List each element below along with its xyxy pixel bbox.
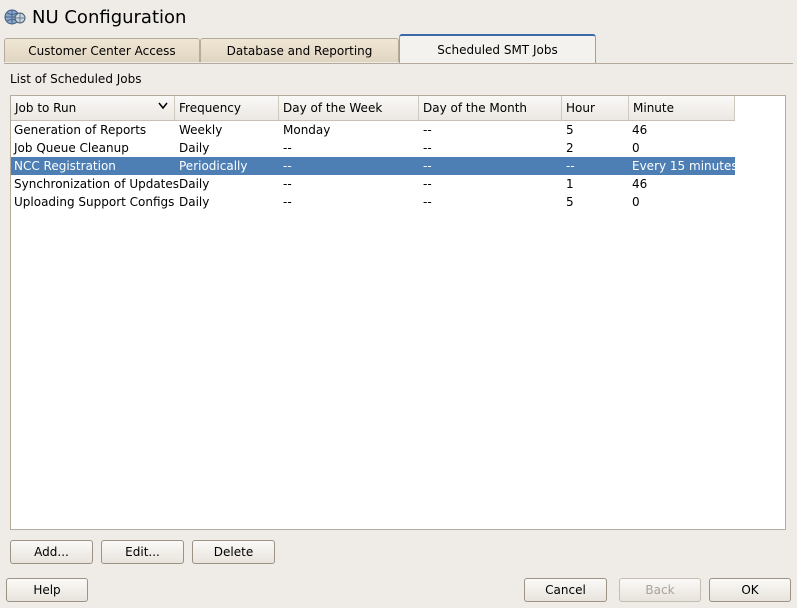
- title-bar: NU Configuration: [4, 4, 186, 30]
- frequency-cell: Periodically: [179, 159, 248, 173]
- hour-cell: 5: [566, 123, 574, 137]
- day-of-week-cell: --: [283, 195, 292, 209]
- day-of-month-cell: --: [423, 159, 432, 173]
- window-title: NU Configuration: [32, 6, 187, 28]
- job-cell: NCC Registration: [14, 159, 116, 173]
- column-header-day-of-week[interactable]: Day of the Week: [279, 96, 419, 120]
- jobs-list-label: List of Scheduled Jobs: [10, 72, 142, 86]
- minute-cell: 0: [632, 195, 640, 209]
- tab-label: Database and Reporting: [226, 43, 373, 58]
- table-header: Job to Run Frequency Day of the Week Day…: [11, 96, 735, 121]
- column-header-label: Hour: [566, 101, 595, 115]
- minute-cell: 46: [632, 177, 648, 191]
- hour-cell: 5: [566, 195, 574, 209]
- job-cell: Uploading Support Configs: [14, 195, 175, 209]
- back-button[interactable]: Back: [619, 578, 701, 602]
- column-header-label: Frequency: [179, 101, 241, 115]
- frequency-cell: Daily: [179, 177, 210, 191]
- hour-cell: --: [566, 159, 575, 173]
- day-of-week-cell: --: [283, 159, 292, 173]
- column-header-day-of-month[interactable]: Day of the Month: [419, 96, 562, 120]
- day-of-month-cell: --: [423, 177, 432, 191]
- job-cell: Synchronization of Updates: [14, 177, 180, 191]
- minute-cell: Every 15 minutes: [632, 159, 738, 173]
- frequency-cell: Weekly: [179, 123, 223, 137]
- tab-scheduled-smt-jobs[interactable]: Scheduled SMT Jobs: [399, 34, 596, 63]
- day-of-week-cell: --: [283, 141, 292, 155]
- minute-cell: 46: [632, 123, 648, 137]
- column-header-job[interactable]: Job to Run: [11, 96, 175, 120]
- tab-database-and-reporting[interactable]: Database and Reporting: [200, 38, 399, 62]
- chevron-down-icon: [158, 100, 168, 114]
- table-row[interactable]: Uploading Support Configs Daily -- -- 5 …: [11, 193, 735, 211]
- day-of-month-cell: --: [423, 123, 432, 137]
- table-row-selected[interactable]: NCC Registration Periodically -- -- -- E…: [11, 157, 738, 175]
- day-of-week-cell: Monday: [283, 123, 331, 137]
- column-header-hour[interactable]: Hour: [562, 96, 629, 120]
- ok-button[interactable]: OK: [709, 578, 791, 602]
- table-row[interactable]: Generation of Reports Weekly Monday -- 5…: [11, 121, 735, 139]
- scheduled-jobs-table[interactable]: Job to Run Frequency Day of the Week Day…: [10, 95, 786, 530]
- column-header-label: Job to Run: [15, 101, 77, 115]
- add-button[interactable]: Add...: [10, 540, 93, 564]
- hour-cell: 2: [566, 141, 574, 155]
- column-header-minute[interactable]: Minute: [629, 96, 735, 120]
- tab-customer-center-access[interactable]: Customer Center Access: [4, 38, 200, 62]
- tab-label: Scheduled SMT Jobs: [437, 42, 558, 57]
- column-header-label: Day of the Week: [283, 101, 383, 115]
- tab-label: Customer Center Access: [28, 43, 176, 58]
- day-of-month-cell: --: [423, 141, 432, 155]
- tab-bar: Customer Center Access Database and Repo…: [4, 34, 793, 64]
- help-button[interactable]: Help: [6, 578, 88, 602]
- edit-button[interactable]: Edit...: [101, 540, 184, 564]
- globe-network-icon: [4, 7, 26, 27]
- delete-button[interactable]: Delete: [192, 540, 275, 564]
- minute-cell: 0: [632, 141, 640, 155]
- frequency-cell: Daily: [179, 195, 210, 209]
- column-header-label: Minute: [633, 101, 674, 115]
- hour-cell: 1: [566, 177, 574, 191]
- cancel-button[interactable]: Cancel: [524, 578, 607, 602]
- table-row[interactable]: Synchronization of Updates Daily -- -- 1…: [11, 175, 735, 193]
- column-header-frequency[interactable]: Frequency: [175, 96, 279, 120]
- day-of-week-cell: --: [283, 177, 292, 191]
- column-header-label: Day of the Month: [423, 101, 528, 115]
- day-of-month-cell: --: [423, 195, 432, 209]
- table-row[interactable]: Job Queue Cleanup Daily -- -- 2 0: [11, 139, 735, 157]
- job-cell: Generation of Reports: [14, 123, 147, 137]
- frequency-cell: Daily: [179, 141, 210, 155]
- job-cell: Job Queue Cleanup: [14, 141, 129, 155]
